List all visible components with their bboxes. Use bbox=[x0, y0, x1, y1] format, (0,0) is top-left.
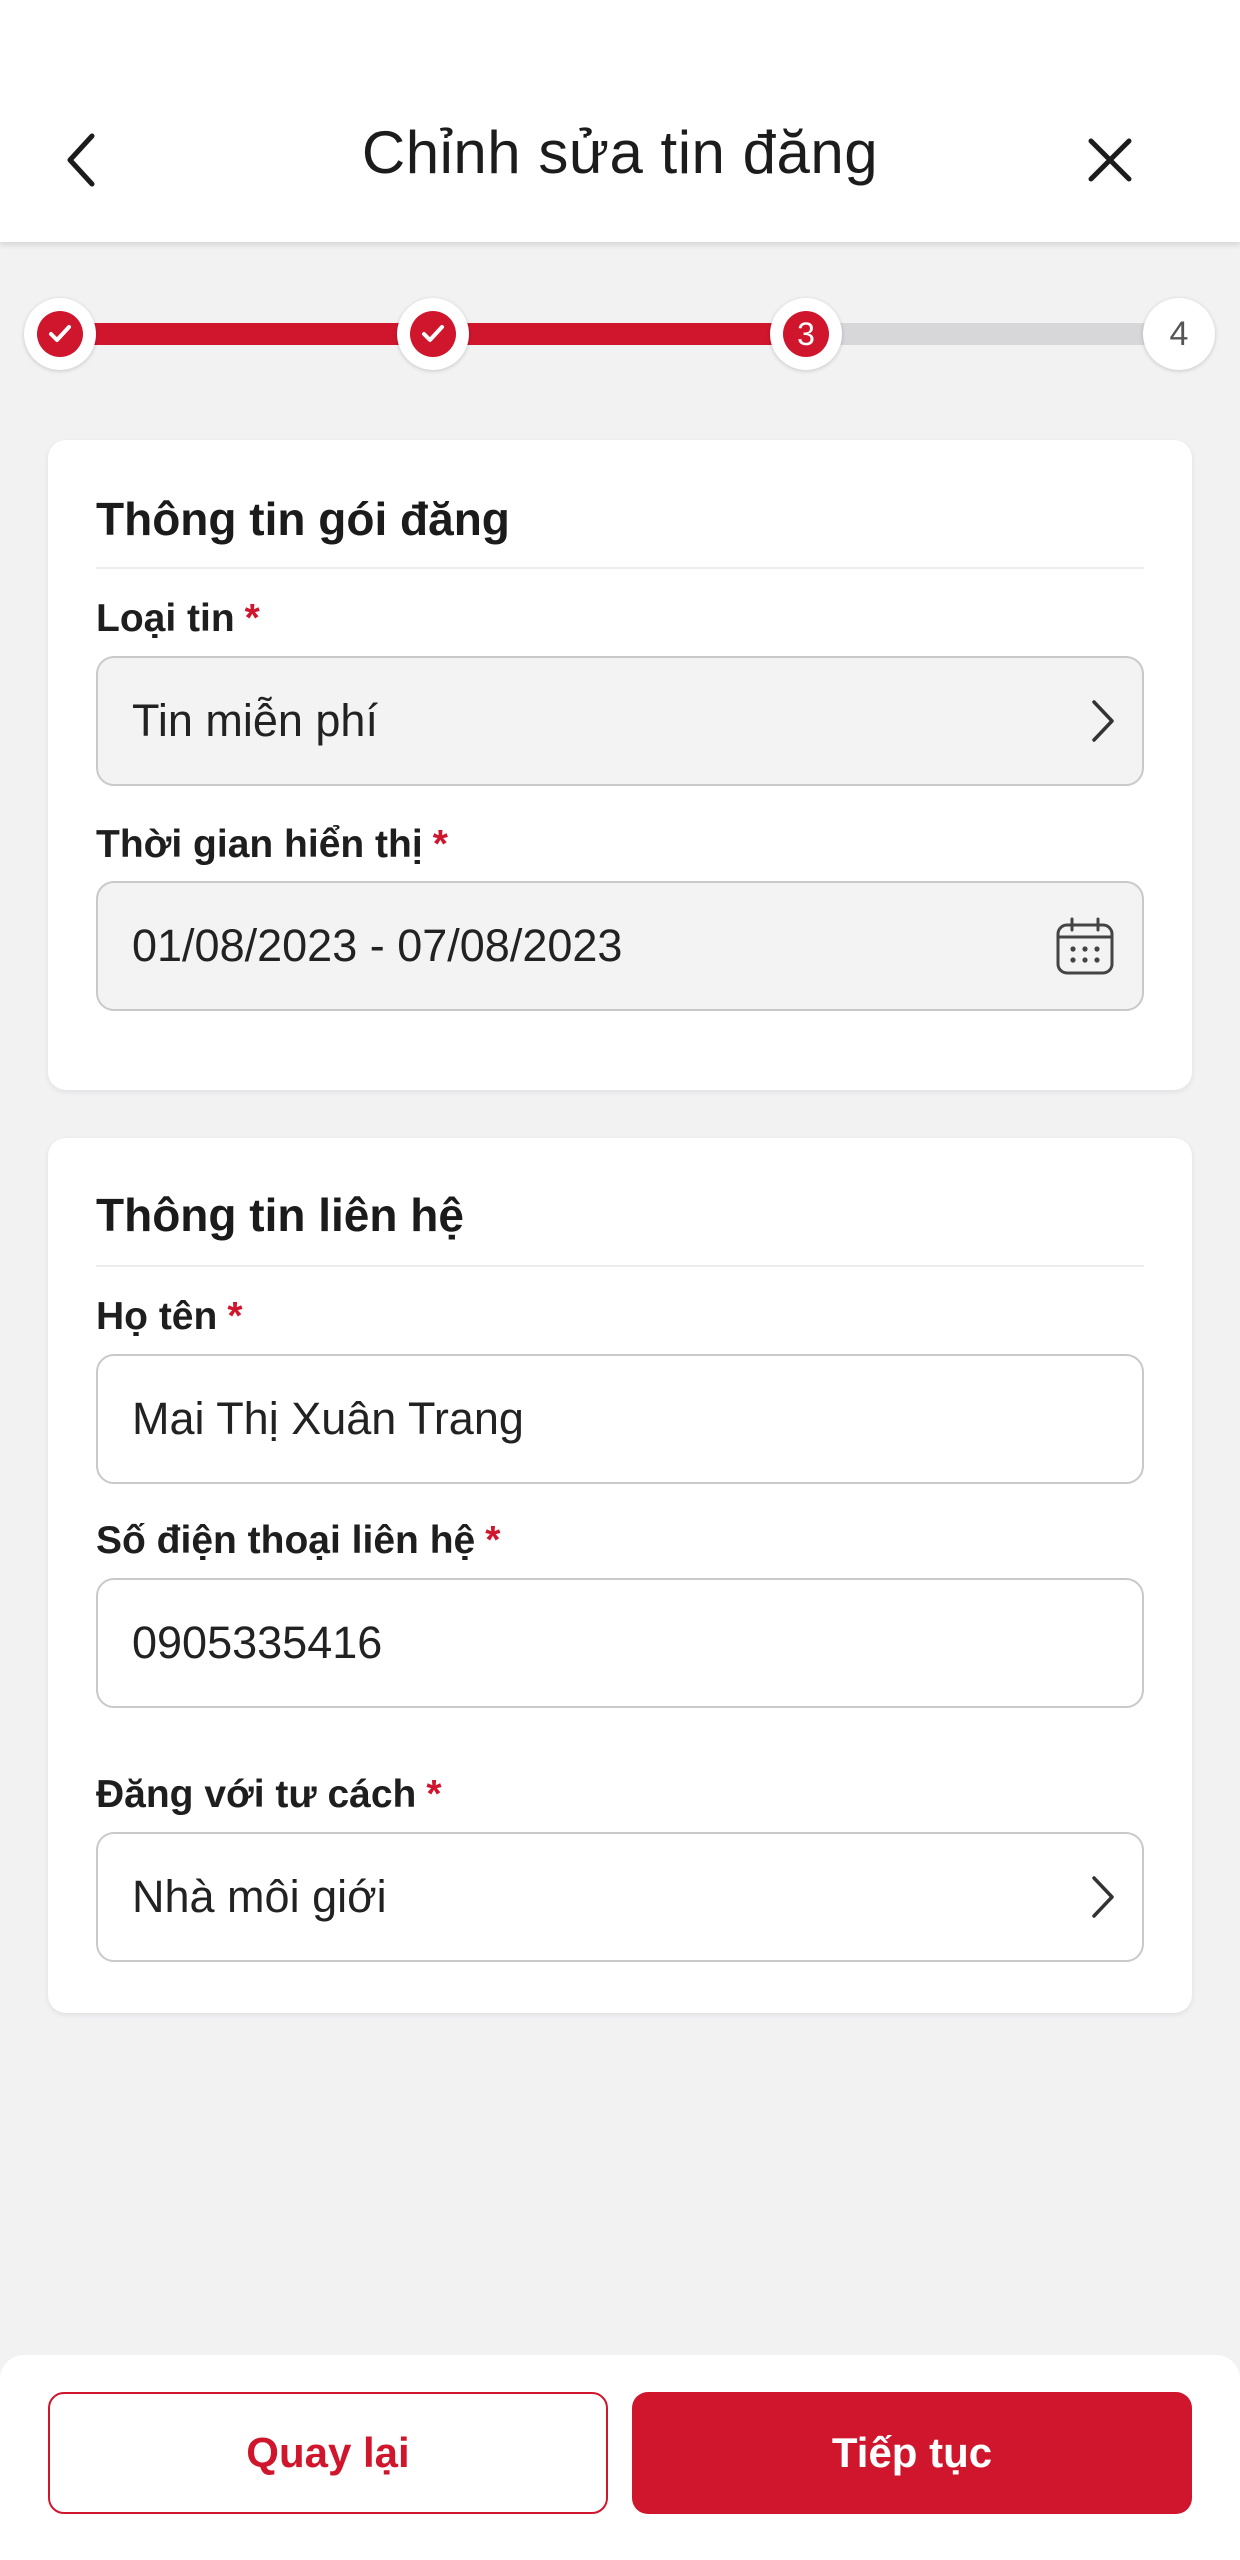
required-mark: * bbox=[426, 1773, 442, 1816]
full-name-label: Họ tên * bbox=[96, 1295, 243, 1338]
post-type-select[interactable]: Tin miễn phí bbox=[96, 656, 1144, 786]
step-2 bbox=[397, 298, 469, 370]
package-info-card: Thông tin gói đăng Loại tin * Tin miễn ph… bbox=[48, 440, 1192, 1090]
required-mark: * bbox=[227, 1295, 243, 1338]
step-4: 4 bbox=[1143, 298, 1215, 370]
package-card-title: Thông tin gói đăng bbox=[96, 493, 510, 545]
app-header: Chỉnh sửa tin đăng bbox=[0, 0, 1240, 242]
display-time-picker[interactable]: 01/08/2023 - 07/08/2023 bbox=[96, 881, 1144, 1011]
display-time-value: 01/08/2023 - 07/08/2023 bbox=[132, 920, 623, 971]
step-3: 3 bbox=[770, 298, 842, 370]
bottom-action-bar: Quay lại Tiếp tục bbox=[0, 2355, 1240, 2560]
calendar-icon[interactable] bbox=[1054, 915, 1116, 977]
progress-stepper: 3 4 bbox=[0, 290, 1240, 380]
contact-card-title: Thông tin liên hệ bbox=[96, 1189, 464, 1241]
phone-label: Số điện thoại liên hệ * bbox=[96, 1519, 501, 1562]
back-step-button[interactable]: Quay lại bbox=[48, 2392, 608, 2514]
close-icon bbox=[1088, 138, 1132, 182]
post-as-label: Đăng với tư cách * bbox=[96, 1773, 442, 1816]
phone-value: 0905335416 bbox=[132, 1617, 383, 1668]
post-type-value: Tin miễn phí bbox=[132, 695, 378, 746]
post-as-value: Nhà môi giới bbox=[132, 1871, 387, 1922]
check-icon bbox=[49, 325, 71, 342]
step-3-number: 3 bbox=[783, 311, 829, 357]
continue-button[interactable]: Tiếp tục bbox=[632, 2392, 1192, 2514]
chevron-right-icon bbox=[1086, 696, 1116, 746]
phone-input[interactable]: 0905335416 bbox=[96, 1578, 1144, 1708]
card-divider bbox=[96, 567, 1144, 569]
full-name-input[interactable]: Mai Thị Xuân Trang bbox=[96, 1354, 1144, 1484]
required-mark: * bbox=[485, 1519, 501, 1562]
contact-info-card: Thông tin liên hệ Họ tên * Mai Thị Xuân T… bbox=[48, 1138, 1192, 2013]
required-mark: * bbox=[432, 823, 448, 866]
chevron-right-icon bbox=[1086, 1872, 1116, 1922]
check-icon bbox=[422, 325, 444, 342]
post-type-label: Loại tin * bbox=[96, 597, 260, 640]
full-name-value: Mai Thị Xuân Trang bbox=[132, 1393, 524, 1444]
post-as-select[interactable]: Nhà môi giới bbox=[96, 1832, 1144, 1962]
display-time-label: Thời gian hiển thị * bbox=[96, 823, 448, 866]
card-divider bbox=[96, 1265, 1144, 1267]
page-title: Chỉnh sửa tin đăng bbox=[361, 119, 879, 186]
step-4-number: 4 bbox=[1156, 311, 1202, 357]
required-mark: * bbox=[244, 597, 260, 640]
step-1 bbox=[24, 298, 96, 370]
close-button[interactable] bbox=[1070, 120, 1150, 200]
